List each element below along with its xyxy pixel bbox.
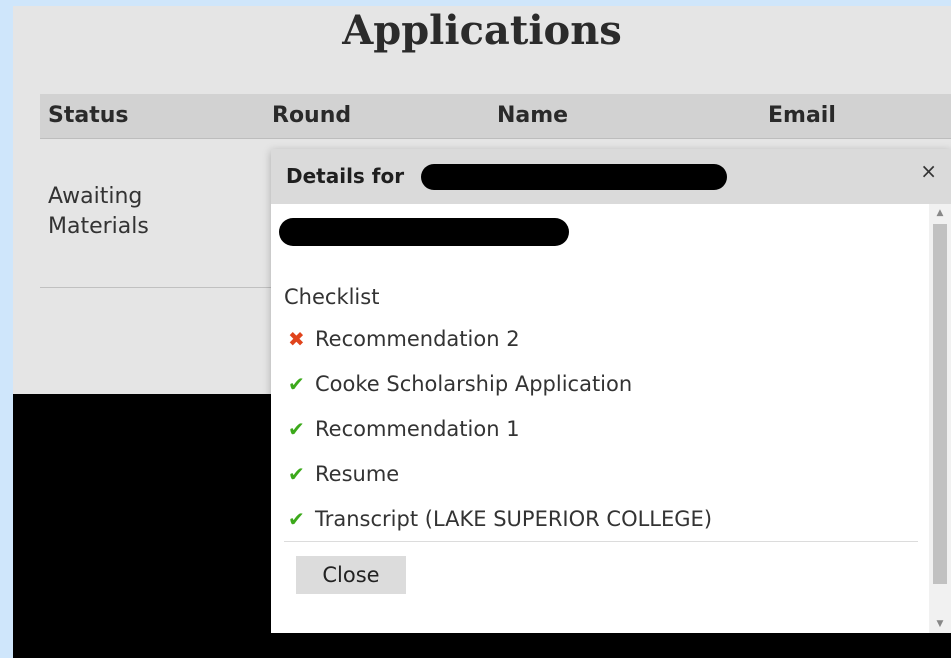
checklist-item-label: Cooke Scholarship Application: [315, 372, 633, 396]
checklist-heading: Checklist: [284, 285, 380, 309]
page-title: Applications: [342, 7, 622, 54]
close-button[interactable]: Close: [296, 556, 406, 594]
check-icon: ✔: [288, 372, 305, 396]
column-header-name[interactable]: Name: [497, 94, 568, 138]
column-header-round[interactable]: Round: [272, 94, 351, 138]
checklist-item-label: Recommendation 2: [315, 327, 520, 351]
checklist-item: ✔ Recommendation 1: [288, 414, 712, 459]
dialog-divider: [284, 541, 918, 542]
check-icon: ✔: [288, 507, 305, 531]
check-icon: ✔: [288, 462, 305, 486]
dialog-header: Details for ×: [271, 149, 951, 204]
status-cell: Awaiting Materials: [48, 182, 248, 242]
check-icon: ✔: [288, 417, 305, 441]
dialog-body: Checklist ✖ Recommendation 2 ✔ Cooke Sch…: [271, 204, 929, 633]
redaction-bar: [421, 164, 727, 190]
redaction-bar: [279, 218, 569, 246]
cross-icon: ✖: [288, 327, 305, 351]
close-icon[interactable]: ×: [920, 159, 937, 183]
dialog-scrollbar[interactable]: ▲ ▼: [929, 204, 951, 633]
checklist-item-label: Recommendation 1: [315, 417, 520, 441]
status-text-line1: Awaiting: [48, 184, 143, 209]
scroll-up-arrow-icon[interactable]: ▲: [929, 204, 951, 222]
details-dialog: Details for × Checklist ✖ Recommendation…: [271, 149, 951, 633]
checklist-item-label: Transcript (LAKE SUPERIOR COLLEGE): [315, 507, 713, 531]
column-header-status[interactable]: Status: [48, 94, 128, 138]
checklist-item: ✖ Recommendation 2: [288, 324, 712, 369]
scroll-down-arrow-icon[interactable]: ▼: [929, 615, 951, 633]
checklist-item: ✔ Cooke Scholarship Application: [288, 369, 712, 414]
column-header-email[interactable]: Email: [768, 94, 836, 138]
table-header: Status Round Name Email: [40, 94, 951, 139]
scrollbar-thumb[interactable]: [933, 224, 947, 584]
checklist-item-label: Resume: [315, 462, 400, 486]
dialog-title: Details for: [286, 164, 405, 188]
status-text-line2: Materials: [48, 214, 149, 239]
checklist-item: ✔ Resume: [288, 459, 712, 504]
checklist: ✖ Recommendation 2 ✔ Cooke Scholarship A…: [288, 324, 712, 549]
checklist-item: ✔ Transcript (LAKE SUPERIOR COLLEGE): [288, 504, 712, 549]
